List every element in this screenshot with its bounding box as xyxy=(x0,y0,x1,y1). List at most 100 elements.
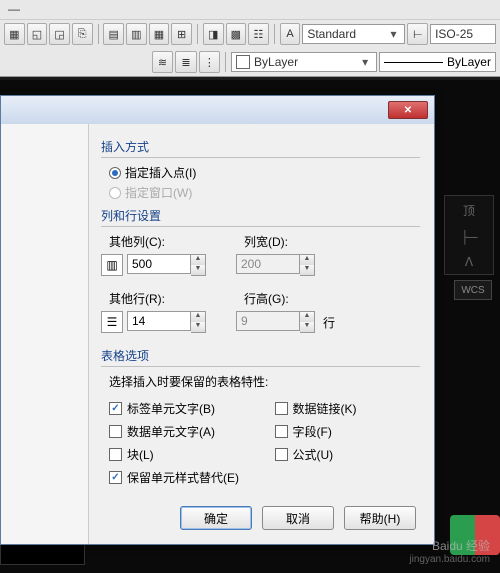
group-title: 插入方式 xyxy=(101,138,420,155)
text-style-icon[interactable]: A xyxy=(280,23,301,45)
toolbar-row-1: ▦ ◱ ◲ ⎘ ▤ ▥ ▦ ⊞ ◨ ▩ ☷ A Standard ▾ ⊢ ISO… xyxy=(0,20,500,48)
layer-icon[interactable]: ≋ xyxy=(152,51,173,73)
spin-up: ▲ xyxy=(300,255,314,265)
radio-icon xyxy=(109,167,121,179)
field-label: 列宽(D): xyxy=(244,233,315,250)
dialog-titlebar[interactable]: ✕ xyxy=(1,96,434,124)
tool-icon[interactable]: ▦ xyxy=(149,23,170,45)
options-subtitle: 选择插入时要保留的表格特性: xyxy=(109,373,420,390)
tool-icon[interactable]: ⊞ xyxy=(171,23,192,45)
check-data-text[interactable]: 数据单元文字(A) xyxy=(109,423,255,440)
radio-label: 指定插入点(I) xyxy=(125,164,196,181)
separator xyxy=(225,52,226,72)
checkbox-icon: ✓ xyxy=(109,471,122,484)
color-swatch xyxy=(236,55,250,69)
row-height-spinner: ▲▼ xyxy=(236,311,315,333)
spin-down[interactable]: ▼ xyxy=(191,265,205,275)
tool-icon[interactable]: ◲ xyxy=(49,23,70,45)
check-keep-style[interactable]: ✓ 保留单元样式替代(E) xyxy=(109,469,255,486)
spin-up: ▲ xyxy=(300,312,314,322)
checkbox-icon xyxy=(109,425,122,438)
tool-icon[interactable]: ▥ xyxy=(126,23,147,45)
other-columns-input[interactable] xyxy=(127,254,191,274)
check-field[interactable]: 字段(F) xyxy=(275,423,421,440)
other-rows-spinner[interactable]: ▲▼ xyxy=(127,311,206,333)
tool-icon[interactable]: ▩ xyxy=(226,23,247,45)
tool-icon[interactable]: ◱ xyxy=(27,23,48,45)
other-rows-input[interactable] xyxy=(127,311,191,331)
tool-icon[interactable]: ☷ xyxy=(248,23,269,45)
line-preview xyxy=(384,62,443,63)
field-label: 其他列(C): xyxy=(109,233,206,250)
wcs-indicator[interactable]: WCS xyxy=(454,280,492,300)
radio-insert-point[interactable]: 指定插入点(I) xyxy=(109,164,420,181)
field-label: 行高(G): xyxy=(244,290,335,307)
nav-label: ├─ xyxy=(460,230,477,244)
columns-icon: ▥ xyxy=(101,254,123,276)
chevron-down-icon: ▾ xyxy=(358,55,372,69)
tool-icon[interactable]: ◨ xyxy=(203,23,224,45)
dim-style-icon[interactable]: ⊢ xyxy=(407,23,428,45)
checkbox-icon xyxy=(275,448,288,461)
other-columns-spinner[interactable]: ▲▼ xyxy=(127,254,206,276)
check-label: 块(L) xyxy=(127,446,154,463)
rows-icon: ☰ xyxy=(101,311,123,333)
ok-button[interactable]: 确定 xyxy=(180,506,252,530)
check-label: 数据链接(K) xyxy=(293,400,357,417)
unit-label: 行 xyxy=(323,314,335,331)
watermark-url: jingyan.baidu.com xyxy=(409,554,490,565)
layer-color-dropdown[interactable]: ByLayer ▾ xyxy=(231,52,377,72)
table-dialog: ✕ 插入方式 指定插入点(I) 指定窗口(W) 列和行设置 其他列(C): ▥ … xyxy=(0,95,435,545)
dim-style-dropdown[interactable]: ISO-25 xyxy=(430,24,496,44)
text-style-dropdown[interactable]: Standard ▾ xyxy=(302,24,405,44)
field-label: 其他行(R): xyxy=(109,290,206,307)
chevron-down-icon: ▾ xyxy=(386,27,400,41)
check-data-link[interactable]: 数据链接(K) xyxy=(275,400,421,417)
spin-down[interactable]: ▼ xyxy=(191,322,205,332)
nav-label: 顶 xyxy=(463,202,475,219)
tool-icon[interactable]: ▦ xyxy=(4,23,25,45)
check-block[interactable]: 块(L) xyxy=(109,446,255,463)
spin-up[interactable]: ▲ xyxy=(191,255,205,265)
menu-item[interactable]: — xyxy=(0,0,28,19)
spin-down: ▼ xyxy=(300,265,314,275)
group-title: 表格选项 xyxy=(101,347,420,364)
check-formula[interactable]: 公式(U) xyxy=(275,446,421,463)
checkbox-icon xyxy=(109,448,122,461)
dropdown-text: ByLayer xyxy=(447,55,491,69)
separator xyxy=(274,24,275,44)
help-button[interactable]: 帮助(H) xyxy=(344,506,416,530)
menu-bar: — xyxy=(0,0,500,20)
layer-icon[interactable]: ⋮ xyxy=(199,51,220,73)
tool-icon[interactable]: ▤ xyxy=(103,23,124,45)
check-label: 公式(U) xyxy=(293,446,334,463)
checkbox-icon: ✓ xyxy=(109,402,122,415)
row-height-input xyxy=(236,311,300,331)
spin-down: ▼ xyxy=(300,322,314,332)
watermark: Baidu 经验 jingyan.baidu.com xyxy=(409,537,490,565)
checkbox-icon xyxy=(275,425,288,438)
layer-icon[interactable]: ≣ xyxy=(175,51,196,73)
check-label: 数据单元文字(A) xyxy=(127,423,215,440)
cancel-button[interactable]: 取消 xyxy=(262,506,334,530)
tool-icon[interactable]: ⎘ xyxy=(72,23,93,45)
check-label: 标签单元文字(B) xyxy=(127,400,215,417)
watermark-brand: Baidu 经验 xyxy=(409,537,490,554)
separator xyxy=(98,24,99,44)
check-label: 保留单元样式替代(E) xyxy=(127,469,239,486)
menubar-area: — ▦ ◱ ◲ ⎘ ▤ ▥ ▦ ⊞ ◨ ▩ ☷ A Standard ▾ ⊢ I… xyxy=(0,0,500,77)
radio-insert-window[interactable]: 指定窗口(W) xyxy=(109,184,420,201)
view-cube[interactable]: 顶 ├─ ᐱ xyxy=(444,195,494,275)
linetype-dropdown[interactable]: ByLayer xyxy=(379,52,496,72)
checkbox-icon xyxy=(275,402,288,415)
separator xyxy=(197,24,198,44)
dialog-left-panel xyxy=(1,124,89,544)
check-label-text[interactable]: ✓ 标签单元文字(B) xyxy=(109,400,255,417)
nav-label: ᐱ xyxy=(465,255,473,269)
col-width-input xyxy=(236,254,300,274)
radio-icon xyxy=(109,187,121,199)
check-label: 字段(F) xyxy=(293,423,332,440)
dropdown-text: ByLayer xyxy=(254,55,354,69)
close-button[interactable]: ✕ xyxy=(388,101,428,119)
spin-up[interactable]: ▲ xyxy=(191,312,205,322)
